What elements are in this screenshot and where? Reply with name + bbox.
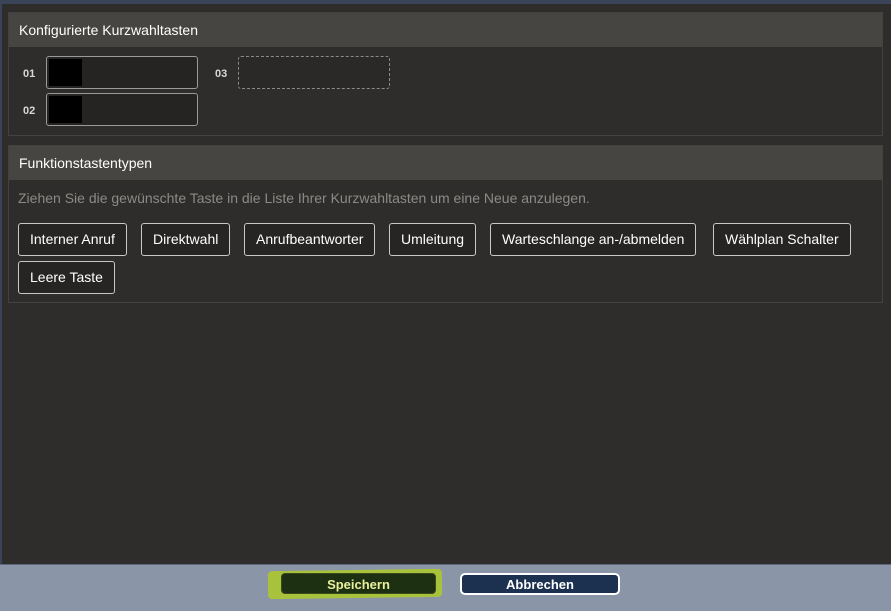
slot-number-02: 02	[23, 105, 36, 117]
cancel-button[interactable]: Abbrechen	[460, 573, 620, 595]
type-button-answering-machine[interactable]: Anrufbeantworter	[244, 223, 376, 256]
speed-dial-panel: Konfigurierte Kurzwahltasten 01 02 03	[8, 12, 883, 136]
type-button-internal-call[interactable]: Interner Anruf	[18, 223, 127, 256]
type-button-dialplan-switch[interactable]: Wählplan Schalter	[713, 223, 851, 256]
dialog-footer	[0, 565, 891, 611]
speed-dial-slot-03-empty[interactable]	[238, 56, 390, 89]
type-button-empty-key[interactable]: Leere Taste	[18, 261, 115, 294]
function-types-panel: Funktionstastentypen Ziehen Sie die gewü…	[8, 145, 883, 303]
type-button-forwarding[interactable]: Umleitung	[389, 223, 477, 256]
redacted-content	[49, 96, 82, 123]
redacted-content	[49, 59, 82, 86]
window-top-border	[0, 0, 891, 4]
type-button-direct-dial[interactable]: Direktwahl	[141, 223, 231, 256]
speed-dial-slot-01[interactable]	[46, 56, 198, 89]
slot-number-03: 03	[215, 68, 228, 80]
speed-dial-slot-02[interactable]	[46, 93, 198, 126]
slot-number-01: 01	[23, 68, 36, 80]
window-left-border	[0, 4, 2, 564]
save-button[interactable]: Speichern	[281, 573, 436, 594]
type-button-queue-login[interactable]: Warteschlange an-/abmelden	[490, 223, 697, 256]
speed-dial-panel-title: Konfigurierte Kurzwahltasten	[9, 13, 882, 47]
function-types-panel-title: Funktionstastentypen	[9, 146, 882, 180]
drag-hint-text: Ziehen Sie die gewünschte Taste in die L…	[18, 190, 590, 206]
